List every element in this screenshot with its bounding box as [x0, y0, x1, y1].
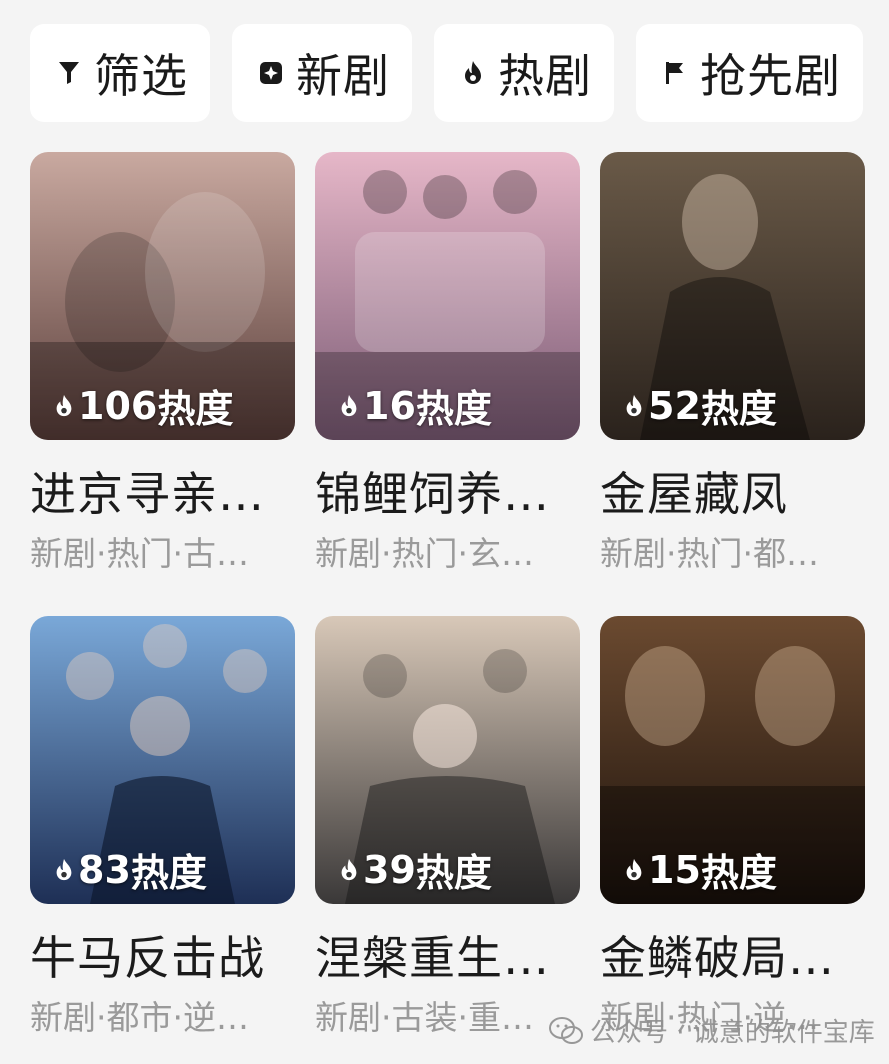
drama-poster[interactable]: 15 热度: [600, 616, 865, 904]
heat-badge: 83 热度: [54, 842, 207, 897]
drama-title[interactable]: 金屋藏凤: [600, 468, 865, 520]
drama-row: 83 热度 牛马反击战 新剧·都市·逆… 39 热度 涅槃重生… 新剧·古装·重…: [30, 616, 880, 1038]
drama-poster[interactable]: 83 热度: [30, 616, 295, 904]
heat-unit: 热度: [415, 387, 492, 431]
heat-badge: 15 热度: [624, 842, 777, 897]
drama-list-screen: 筛选 新剧 热剧 抢先剧 106 热度 进京寻亲… 新剧·热门·古… 16 热度…: [0, 0, 889, 1064]
flame-icon: [341, 394, 357, 416]
heat-value: 15: [648, 847, 701, 892]
watermark-text: 公众号 · 诚意的软件宝库: [590, 1018, 875, 1048]
heat-unit: 热度: [700, 387, 777, 431]
drama-card[interactable]: 39 热度 涅槃重生… 新剧·古装·重…: [315, 616, 580, 1038]
heat-badge: 16 热度: [339, 378, 492, 433]
preview-drama-chip[interactable]: 抢先剧: [636, 24, 863, 122]
watermark: 公众号 · 诚意的软件宝库: [548, 1012, 875, 1049]
heat-unit: 热度: [157, 387, 234, 431]
heat-badge: 52 热度: [624, 378, 777, 433]
heat-value: 52: [648, 383, 701, 428]
heat-value: 39: [363, 847, 416, 892]
flame-icon: [341, 858, 357, 880]
filter-chip-row: 筛选 新剧 热剧 抢先剧: [30, 24, 863, 122]
flame-icon: [626, 394, 642, 416]
new-drama-chip[interactable]: 新剧: [232, 24, 412, 122]
flag-icon: [660, 60, 690, 86]
drama-tags: 新剧·热门·都…: [600, 534, 819, 573]
drama-card[interactable]: 83 热度 牛马反击战 新剧·都市·逆…: [30, 616, 295, 1038]
heat-badge: 39 热度: [339, 842, 492, 897]
preview-drama-chip-label: 抢先剧: [700, 49, 841, 103]
drama-title[interactable]: 涅槃重生…: [315, 932, 580, 984]
drama-row: 106 热度 进京寻亲… 新剧·热门·古… 16 热度 锦鲤饲养… 新剧·热门·…: [30, 152, 880, 574]
heat-value: 83: [78, 847, 131, 892]
flame-icon: [56, 394, 72, 416]
drama-poster[interactable]: 106 热度: [30, 152, 295, 440]
drama-title[interactable]: 锦鲤饲养…: [315, 468, 580, 520]
filter-chip-label: 筛选: [94, 49, 188, 103]
drama-title[interactable]: 牛马反击战: [30, 932, 295, 984]
drama-poster[interactable]: 39 热度: [315, 616, 580, 904]
drama-tags: 新剧·热门·玄…: [315, 534, 534, 573]
drama-tags: 新剧·都市·逆…: [30, 998, 249, 1037]
wechat-icon: [549, 1016, 583, 1044]
drama-tags: 新剧·热门·古…: [30, 534, 249, 573]
flame-icon: [56, 858, 72, 880]
hot-drama-chip-label: 热剧: [498, 49, 592, 103]
drama-card[interactable]: 52 热度 金屋藏凤 新剧·热门·都…: [600, 152, 865, 574]
funnel-icon: [54, 60, 84, 86]
heat-badge: 106 热度: [54, 378, 233, 433]
drama-card[interactable]: 106 热度 进京寻亲… 新剧·热门·古…: [30, 152, 295, 574]
drama-poster[interactable]: 52 热度: [600, 152, 865, 440]
heat-unit: 热度: [415, 851, 492, 895]
filter-chip[interactable]: 筛选: [30, 24, 210, 122]
sparkle-badge-icon: [256, 61, 286, 85]
new-drama-chip-label: 新剧: [296, 49, 390, 103]
drama-card[interactable]: 15 热度 金鳞破局… 新剧·热门·逆…: [600, 616, 865, 1038]
heat-unit: 热度: [130, 851, 207, 895]
hot-drama-chip[interactable]: 热剧: [434, 24, 614, 122]
heat-unit: 热度: [700, 851, 777, 895]
flame-icon: [458, 60, 488, 86]
drama-tags: 新剧·古装·重…: [315, 998, 534, 1037]
heat-value: 106: [78, 383, 158, 428]
heat-value: 16: [363, 383, 416, 428]
drama-poster[interactable]: 16 热度: [315, 152, 580, 440]
flame-icon: [626, 858, 642, 880]
drama-title[interactable]: 金鳞破局…: [600, 932, 865, 984]
drama-card[interactable]: 16 热度 锦鲤饲养… 新剧·热门·玄…: [315, 152, 580, 574]
drama-title[interactable]: 进京寻亲…: [30, 468, 295, 520]
drama-grid: 106 热度 进京寻亲… 新剧·热门·古… 16 热度 锦鲤饲养… 新剧·热门·…: [30, 152, 880, 1064]
